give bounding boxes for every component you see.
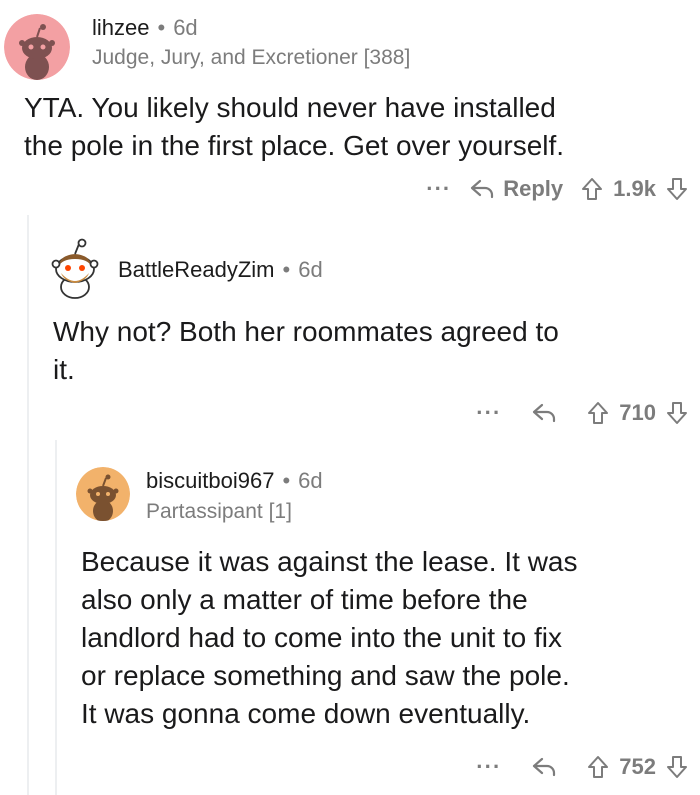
avatar[interactable] [48, 237, 102, 299]
separator: • [282, 468, 291, 493]
comment-line: also only a matter of time before the [81, 584, 528, 615]
comment-actions: ··· 710 [476, 400, 688, 426]
snoo-avatar-icon [51, 238, 99, 299]
upvote-icon[interactable] [587, 401, 609, 425]
user-flair: Judge, Jury, and Excretioner [388] [92, 46, 411, 69]
username[interactable]: biscuitboi967 [146, 468, 274, 494]
separator: • [282, 257, 291, 282]
snoo-avatar-icon [76, 467, 130, 521]
vote-score: 752 [619, 754, 656, 779]
comment-actions: ··· Reply 1.9k [426, 176, 688, 202]
comment-line: or replace something and saw the pole. [81, 660, 570, 691]
downvote-icon[interactable] [666, 755, 688, 779]
reply-arrow-icon [471, 179, 494, 199]
thread-line[interactable] [27, 215, 29, 795]
vote-controls: 710 [587, 400, 688, 426]
comment-line: it. [53, 354, 75, 385]
comment-line: landlord had to come into the unit to fi… [81, 622, 562, 653]
timestamp: 6d [298, 468, 323, 493]
upvote-icon[interactable] [581, 177, 603, 201]
vote-score: 710 [619, 400, 656, 425]
avatar[interactable] [76, 467, 130, 521]
comment-line: It was gonna come down eventually. [81, 698, 531, 729]
comment-line: the pole in the first place. Get over yo… [24, 130, 565, 161]
comment-body: Why not? Both her roommates agreed to it… [53, 313, 559, 389]
separator: • [157, 15, 166, 40]
avatar[interactable] [4, 14, 70, 80]
vote-controls: 752 [587, 754, 688, 780]
reply-button[interactable]: Reply [469, 176, 563, 202]
downvote-icon[interactable] [666, 401, 688, 425]
comment-body: Because it was against the lease. It was… [81, 543, 578, 733]
snoo-avatar-icon [4, 14, 70, 80]
upvote-icon[interactable] [587, 755, 609, 779]
user-flair: Partassipant [1] [146, 500, 292, 523]
username[interactable]: BattleReadyZim [118, 257, 275, 283]
reply-button[interactable] [531, 756, 557, 778]
more-options-button[interactable]: ··· [426, 176, 451, 202]
timestamp: 6d [173, 15, 198, 40]
vote-controls: 1.9k [581, 176, 688, 202]
thread-line[interactable] [55, 440, 57, 795]
comment-body: YTA. You likely should never have instal… [24, 89, 564, 165]
more-options-button[interactable]: ··· [476, 400, 501, 426]
reply-arrow-icon [533, 403, 556, 423]
username[interactable]: lihzee [92, 15, 149, 41]
comment-line: Because it was against the lease. It was [81, 546, 578, 577]
timestamp: 6d [298, 257, 323, 282]
more-options-button[interactable]: ··· [476, 754, 501, 780]
reply-label: Reply [503, 176, 564, 201]
comment-actions: ··· 752 [476, 754, 688, 780]
comment-line: YTA. You likely should never have instal… [24, 92, 556, 123]
vote-score: 1.9k [613, 176, 656, 201]
reply-arrow-icon [533, 757, 556, 777]
reply-button[interactable] [531, 402, 557, 424]
comment-line: Why not? Both her roommates agreed to [53, 316, 559, 347]
downvote-icon[interactable] [666, 177, 688, 201]
